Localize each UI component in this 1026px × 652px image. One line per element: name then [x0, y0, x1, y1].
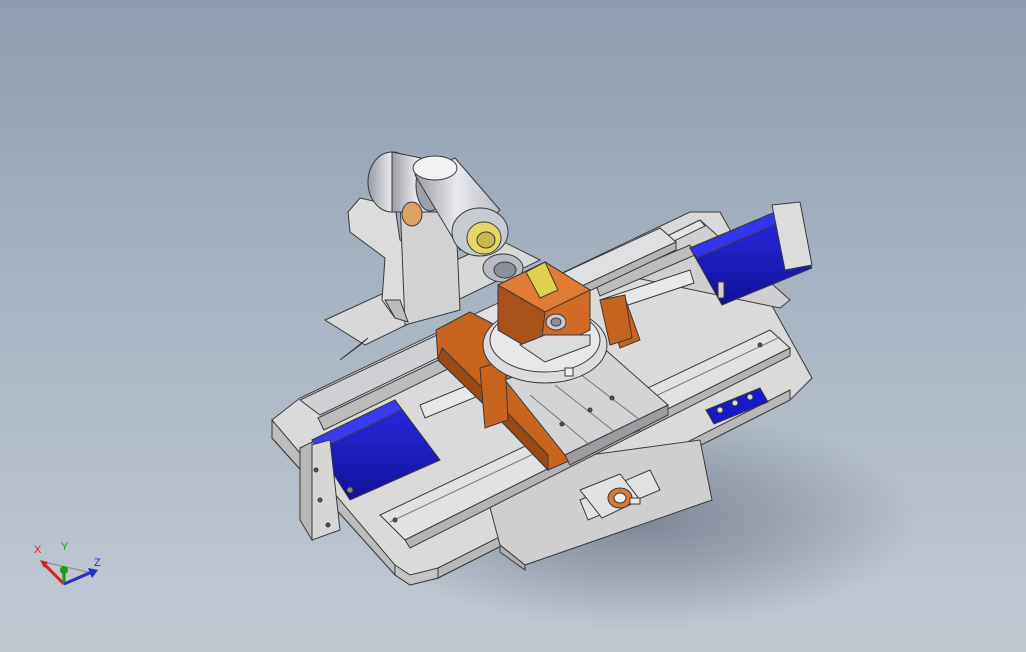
- triad-z-label: Z: [94, 557, 101, 569]
- triad-x-label: X: [34, 544, 42, 556]
- triad-y-label: Y: [61, 541, 69, 553]
- graphics-viewport[interactable]: X Y Z: [0, 0, 1026, 652]
- axis-triad: X Y Z: [28, 540, 108, 600]
- cad-assembly-model[interactable]: [0, 0, 1026, 652]
